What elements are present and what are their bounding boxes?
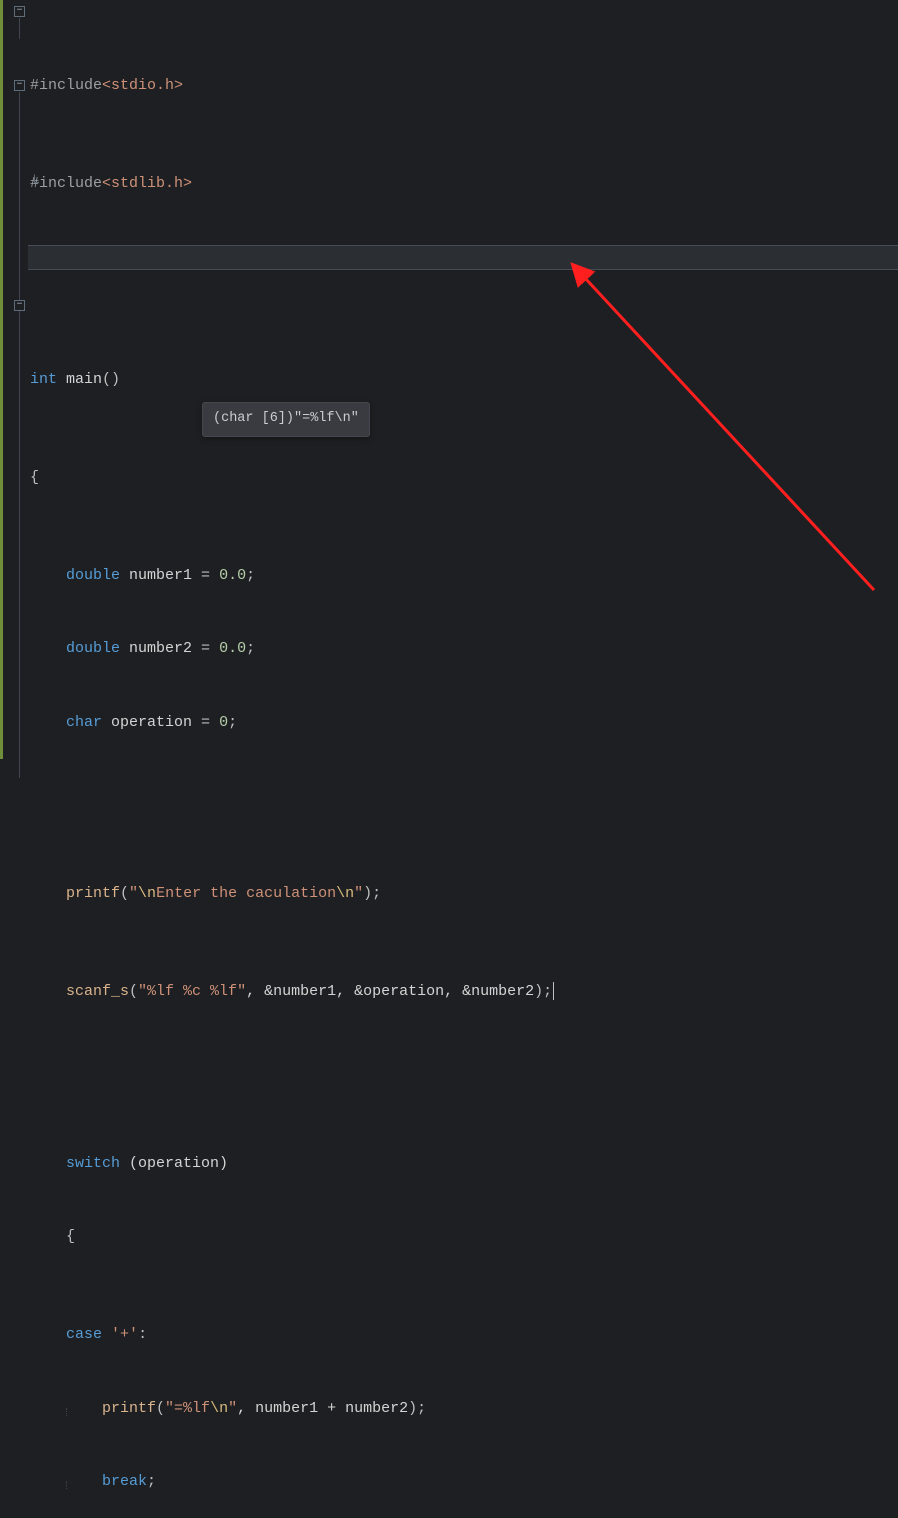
vcs-change-bar — [0, 0, 3, 759]
fn-printf: printf — [66, 885, 120, 902]
format-string: %lf %c %lf — [147, 983, 237, 1000]
keyword-case: case — [66, 1326, 102, 1343]
preprocessor-directive: #include — [30, 77, 102, 94]
semicolon: ; — [228, 714, 237, 731]
identifier: number1 — [129, 567, 192, 584]
fold-toggle-icon[interactable] — [14, 6, 25, 17]
string-quote: " — [354, 885, 363, 902]
semicolon: ; — [372, 885, 381, 902]
semicolon: ; — [147, 1473, 156, 1490]
char-literal: + — [120, 1326, 129, 1343]
string-literal: =%lf — [174, 1400, 210, 1417]
open-paren: ( — [129, 983, 138, 1000]
open-brace: { — [66, 1228, 75, 1245]
number-literal: 0 — [219, 714, 228, 731]
identifier: number2 — [129, 640, 192, 657]
keyword-switch: switch — [66, 1155, 120, 1172]
char-quote: ' — [129, 1326, 138, 1343]
include-path: <stdio.h> — [102, 77, 183, 94]
parens: () — [102, 371, 120, 388]
semicolon: ; — [417, 1400, 426, 1417]
fold-toggle-icon[interactable] — [14, 300, 25, 311]
call-arguments: , &number1, &operation, &number2 — [246, 983, 534, 1000]
switch-condition: (operation) — [120, 1155, 228, 1172]
keyword-int: int — [30, 371, 57, 388]
code-area[interactable]: #include<stdio.h> └#include<stdlib.h> in… — [28, 0, 898, 759]
string-literal: Enter the caculation — [156, 885, 336, 902]
open-brace: { — [30, 469, 39, 486]
open-paren: ( — [120, 885, 129, 902]
keyword-double: double — [66, 640, 120, 657]
fn-scanf-s: scanf_s — [66, 983, 129, 1000]
preprocessor-directive: #include — [30, 175, 102, 192]
string-quote: " — [228, 1400, 237, 1417]
semicolon: ; — [246, 640, 255, 657]
escape-seq: \n — [336, 885, 354, 902]
identifier: operation — [111, 714, 192, 731]
open-paren: ( — [156, 1400, 165, 1417]
escape-seq: \n — [210, 1400, 228, 1417]
number-literal: 0.0 — [219, 567, 246, 584]
gutter — [0, 0, 28, 759]
type-hint-tooltip: (char [6])"=%lf\n" — [202, 402, 370, 437]
text-caret — [553, 982, 554, 1000]
keyword-double: double — [66, 567, 120, 584]
keyword-break: break — [102, 1473, 147, 1490]
string-quote: " — [165, 1400, 174, 1417]
close-paren: ) — [534, 983, 543, 1000]
assign-op: = — [192, 640, 219, 657]
close-paren: ) — [363, 885, 372, 902]
fn-printf: printf — [102, 1400, 156, 1417]
escape-seq: \n — [138, 885, 156, 902]
colon: : — [138, 1326, 147, 1343]
semicolon: ; — [543, 983, 552, 1000]
call-arguments: , number1 + number2 — [237, 1400, 408, 1417]
keyword-char: char — [66, 714, 102, 731]
char-quote: ' — [102, 1326, 120, 1343]
function-name: main — [66, 371, 102, 388]
include-path: <stdlib.h> — [102, 175, 192, 192]
code-editor[interactable]: #include<stdio.h> └#include<stdlib.h> in… — [0, 0, 898, 759]
assign-op: = — [192, 714, 219, 731]
close-paren: ) — [408, 1400, 417, 1417]
semicolon: ; — [246, 567, 255, 584]
assign-op: = — [192, 567, 219, 584]
string-quote: " — [138, 983, 147, 1000]
string-quote: " — [237, 983, 246, 1000]
number-literal: 0.0 — [219, 640, 246, 657]
fold-toggle-icon[interactable] — [14, 80, 25, 91]
string-quote: " — [129, 885, 138, 902]
